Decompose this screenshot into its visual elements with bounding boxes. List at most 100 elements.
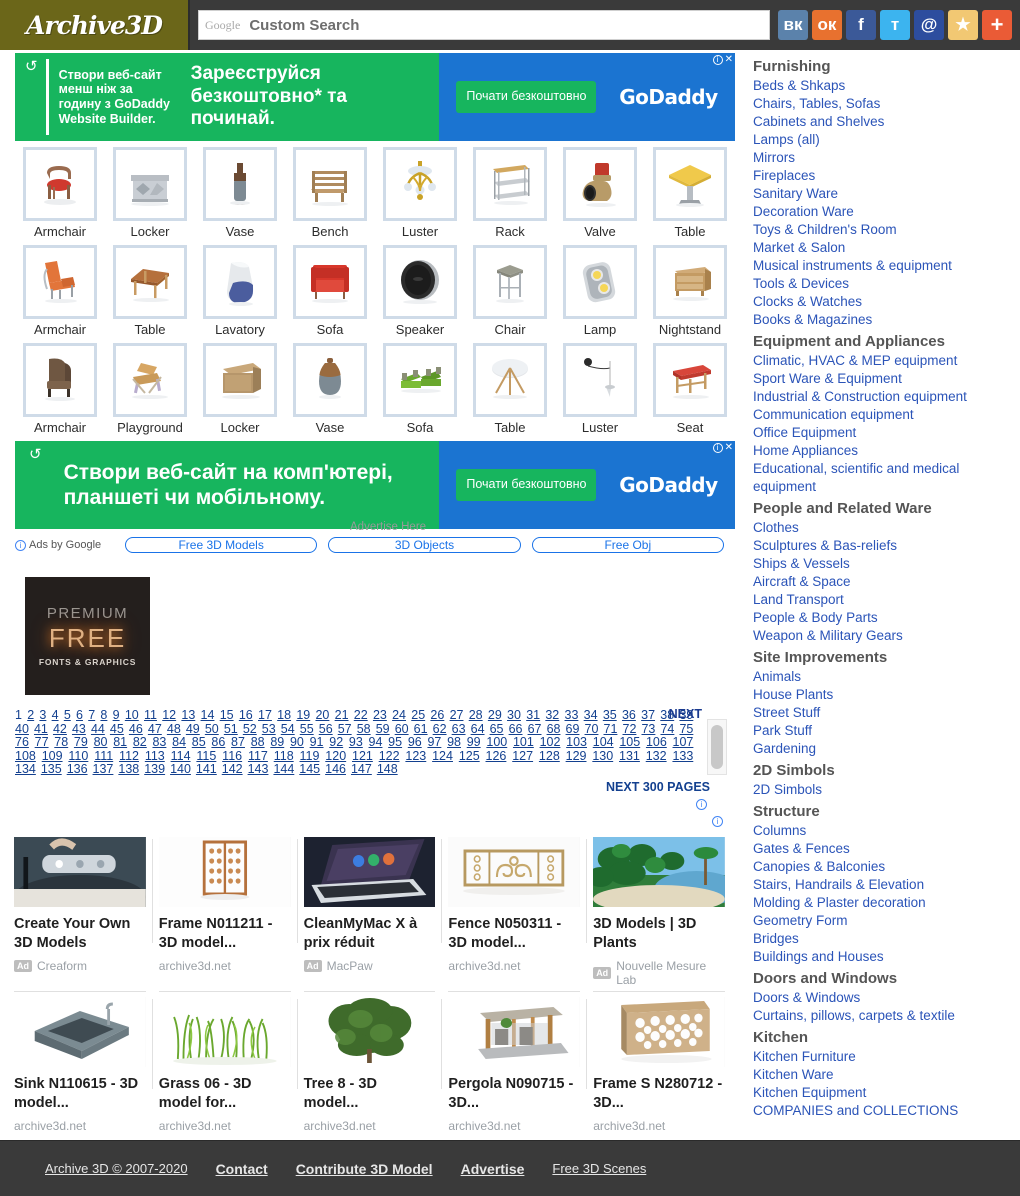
footer-link-contact[interactable]: Contact bbox=[216, 1161, 268, 1177]
page-link-71[interactable]: 71 bbox=[604, 722, 618, 736]
page-link-127[interactable]: 127 bbox=[512, 749, 533, 763]
footer-copyright[interactable]: Archive 3D © 2007-2020 bbox=[45, 1161, 188, 1176]
page-link-18[interactable]: 18 bbox=[277, 708, 291, 722]
page-link-100[interactable]: 100 bbox=[486, 735, 507, 749]
sidebar-item-doors-windows[interactable]: Doors & Windows bbox=[745, 989, 1020, 1007]
page-link-144[interactable]: 144 bbox=[273, 762, 294, 777]
ad-card-title[interactable]: Frame S N280712 - 3D... bbox=[593, 1075, 725, 1112]
ad-card-title[interactable]: Create Your Own 3D Models bbox=[14, 915, 146, 952]
page-link-25[interactable]: 25 bbox=[411, 708, 425, 722]
page-link-6[interactable]: 6 bbox=[76, 708, 83, 722]
ad-card-image-tree[interactable] bbox=[303, 997, 436, 1068]
page-link-73[interactable]: 73 bbox=[641, 722, 655, 736]
page-link-91[interactable]: 91 bbox=[310, 735, 324, 749]
sidebar-item-columns[interactable]: Columns bbox=[745, 822, 1020, 840]
page-link-118[interactable]: 118 bbox=[274, 749, 294, 763]
page-link-145[interactable]: 145 bbox=[299, 762, 320, 777]
ad-info-icon[interactable]: i bbox=[712, 442, 723, 453]
page-link-40[interactable]: 40 bbox=[15, 722, 29, 736]
page-link-80[interactable]: 80 bbox=[94, 735, 108, 749]
grid-item[interactable]: Locker bbox=[105, 147, 195, 243]
page-link-45[interactable]: 45 bbox=[110, 722, 124, 736]
page-link-107[interactable]: 107 bbox=[673, 735, 694, 749]
page-link-129[interactable]: 129 bbox=[566, 749, 587, 763]
grid-item[interactable]: Luster bbox=[555, 343, 645, 439]
page-link-103[interactable]: 103 bbox=[566, 735, 587, 749]
page-link-49[interactable]: 49 bbox=[186, 722, 200, 736]
page-link-104[interactable]: 104 bbox=[593, 735, 614, 749]
close-icon[interactable]: ✕ bbox=[725, 442, 733, 453]
page-link-13[interactable]: 13 bbox=[181, 708, 195, 722]
sidebar-item-industrial-construction-equipment[interactable]: Industrial & Construction equipment bbox=[745, 388, 1020, 406]
ad-card[interactable]: Fence N050311 - 3D model... archive3d.net bbox=[441, 831, 581, 987]
page-link-134[interactable]: 134 bbox=[15, 762, 36, 777]
sidebar-item-educational-scientific-and-medical-equipment[interactable]: Educational, scientific and medical equi… bbox=[745, 460, 1020, 496]
page-link-98[interactable]: 98 bbox=[447, 735, 461, 749]
sidebar-item-animals[interactable]: Animals bbox=[745, 668, 1020, 686]
page-link-32[interactable]: 32 bbox=[545, 708, 559, 722]
page-link-124[interactable]: 124 bbox=[432, 749, 453, 763]
page-link-122[interactable]: 122 bbox=[379, 749, 400, 763]
sidebar-item-decoration-ware[interactable]: Decoration Ware bbox=[745, 203, 1020, 221]
sidebar-item-aircraft-space[interactable]: Aircraft & Space bbox=[745, 573, 1020, 591]
ad-card-image-sink[interactable] bbox=[14, 997, 146, 1068]
page-link-29[interactable]: 29 bbox=[488, 708, 502, 722]
thumb-seat-red[interactable] bbox=[653, 343, 727, 417]
page-link-51[interactable]: 51 bbox=[224, 722, 238, 736]
sidebar-item-beds-shkaps[interactable]: Beds & Shkaps bbox=[745, 77, 1020, 95]
page-link-62[interactable]: 62 bbox=[433, 722, 447, 736]
page-link-70[interactable]: 70 bbox=[585, 722, 599, 736]
grid-item[interactable]: Rack bbox=[465, 147, 555, 243]
ad-card-title[interactable]: 3D Models | 3D Plants bbox=[593, 915, 725, 952]
footer-link-advertise[interactable]: Advertise bbox=[461, 1161, 525, 1177]
grid-item[interactable]: Lavatory bbox=[195, 245, 285, 341]
page-link-130[interactable]: 130 bbox=[592, 749, 613, 763]
premium-fonts-banner[interactable]: PREMIUM FREE FONTS & GRAPHICS bbox=[25, 577, 150, 695]
ad-card[interactable]: Sink N110615 - 3D model... archive3d.net bbox=[14, 991, 146, 1133]
sidebar-item-fireplaces[interactable]: Fireplaces bbox=[745, 167, 1020, 185]
vk-icon[interactable]: вк bbox=[778, 10, 808, 40]
sidebar-item-books-magazines[interactable]: Books & Magazines bbox=[745, 311, 1020, 329]
page-link-137[interactable]: 137 bbox=[93, 762, 114, 777]
page-link-74[interactable]: 74 bbox=[660, 722, 674, 736]
sidebar-item-buildings-and-houses[interactable]: Buildings and Houses bbox=[745, 948, 1020, 966]
ad-info-icon[interactable]: i bbox=[712, 54, 723, 65]
page-link-132[interactable]: 132 bbox=[646, 749, 667, 763]
page-link-19[interactable]: 19 bbox=[296, 708, 310, 722]
sidebar-item-geometry-form[interactable]: Geometry Form bbox=[745, 912, 1020, 930]
ad-card[interactable]: Tree 8 - 3D model... archive3d.net bbox=[296, 991, 436, 1133]
sidebar-item-bridges[interactable]: Bridges bbox=[745, 930, 1020, 948]
page-link-17[interactable]: 17 bbox=[258, 708, 272, 722]
thumb-vase-tall[interactable] bbox=[203, 147, 277, 221]
page-link-114[interactable]: 114 bbox=[171, 749, 191, 763]
page-link-87[interactable]: 87 bbox=[231, 735, 245, 749]
ad-card-image-palms[interactable] bbox=[593, 836, 725, 907]
ad-choices-controls[interactable]: i ✕ bbox=[712, 442, 733, 453]
page-link-59[interactable]: 59 bbox=[376, 722, 390, 736]
page-link-109[interactable]: 109 bbox=[42, 749, 63, 763]
thumb-armchair-orange[interactable] bbox=[23, 245, 97, 319]
grid-item[interactable]: Armchair bbox=[15, 343, 105, 439]
page-link-68[interactable]: 68 bbox=[547, 722, 561, 736]
sidebar-item-toys-children-s-room[interactable]: Toys & Children's Room bbox=[745, 221, 1020, 239]
page-link-4[interactable]: 4 bbox=[52, 708, 59, 722]
sidebar-item-kitchen-ware[interactable]: Kitchen Ware bbox=[745, 1066, 1020, 1084]
sidebar-item-gates-fences[interactable]: Gates & Fences bbox=[745, 840, 1020, 858]
page-link-53[interactable]: 53 bbox=[262, 722, 276, 736]
page-link-63[interactable]: 63 bbox=[452, 722, 466, 736]
page-link-113[interactable]: 113 bbox=[145, 749, 165, 763]
sidebar-item-stairs-handrails-elevation[interactable]: Stairs, Handrails & Elevation bbox=[745, 876, 1020, 894]
thumb-sofa-red[interactable] bbox=[293, 245, 367, 319]
page-link-58[interactable]: 58 bbox=[357, 722, 371, 736]
page-link-140[interactable]: 140 bbox=[170, 762, 191, 777]
page-link-105[interactable]: 105 bbox=[619, 735, 640, 749]
page-link-143[interactable]: 143 bbox=[248, 762, 269, 777]
page-link-121[interactable]: 121 bbox=[352, 749, 373, 763]
thumb-speaker-round[interactable] bbox=[383, 245, 457, 319]
thumb-armchair-red[interactable] bbox=[23, 147, 97, 221]
sidebar-item-musical-instruments-equipment[interactable]: Musical instruments & equipment bbox=[745, 257, 1020, 275]
page-link-82[interactable]: 82 bbox=[133, 735, 147, 749]
sidebar-item-gardening[interactable]: Gardening bbox=[745, 740, 1020, 758]
thumb-rack-shelf[interactable] bbox=[473, 147, 547, 221]
godaddy-banner-top[interactable]: ↺ Створи веб-сайт менш ніж за годину з G… bbox=[15, 53, 735, 141]
